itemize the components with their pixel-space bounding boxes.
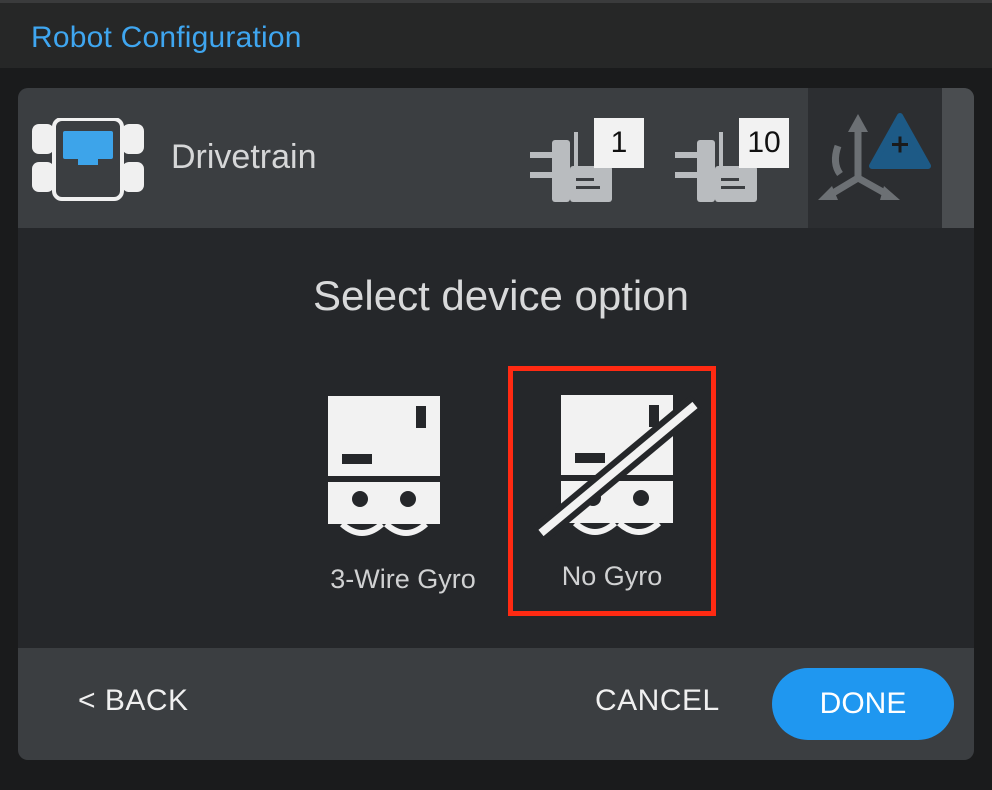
gyro-add-icon xyxy=(818,113,931,200)
port-1[interactable]: 1 xyxy=(530,118,648,204)
back-button[interactable]: < BACK xyxy=(78,684,189,718)
option-3-wire-gyro[interactable]: 3-Wire Gyro xyxy=(308,372,498,612)
title-bar: Robot Configuration xyxy=(0,0,992,68)
device-header: Drivetrain 1 10 xyxy=(18,88,974,228)
option-no-gyro[interactable]: No Gyro xyxy=(508,366,716,616)
footer-bar: < BACK CANCEL DONE xyxy=(18,648,974,760)
gyro-sensor-tab[interactable] xyxy=(808,88,942,228)
gyro-icon xyxy=(328,396,440,536)
no-gyro-icon xyxy=(532,395,704,543)
drivetrain-brain-icon xyxy=(32,117,144,202)
device-config-panel: Drivetrain 1 10 Select device option 3-W… xyxy=(18,88,974,760)
port-number: 10 xyxy=(739,118,789,168)
port-10[interactable]: 10 xyxy=(675,118,793,204)
option-label: No Gyro xyxy=(561,561,663,591)
port-number: 1 xyxy=(594,118,644,168)
prompt-heading: Select device option xyxy=(313,272,689,319)
option-label: 3-Wire Gyro xyxy=(330,564,476,594)
header-scrollbar[interactable] xyxy=(942,88,974,228)
done-button[interactable]: DONE xyxy=(772,668,954,740)
cancel-button[interactable]: CANCEL xyxy=(595,684,720,718)
device-name: Drivetrain xyxy=(171,138,317,176)
window-title: Robot Configuration xyxy=(31,21,302,54)
